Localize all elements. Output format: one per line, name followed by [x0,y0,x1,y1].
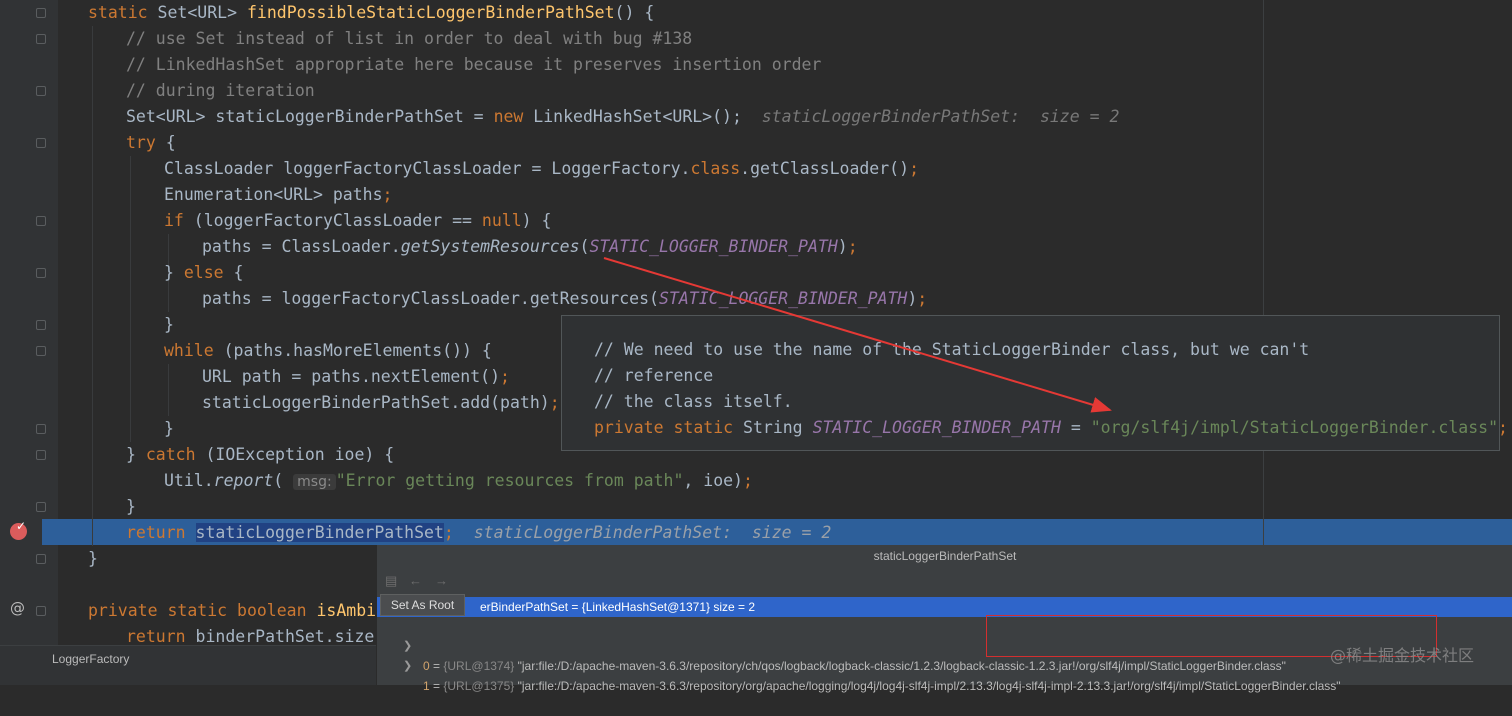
arrow-right-icon[interactable]: → [435,573,448,588]
breadcrumb-file[interactable]: LoggerFactory [52,652,129,666]
set-root-icon[interactable]: ▤ [385,573,397,589]
chevron-right-icon[interactable]: ❯ [403,656,412,676]
set-as-root-tooltip: Set As Root [380,594,465,616]
watermark: @稀土掘金技术社区 [1330,646,1475,665]
tree-root-node[interactable]: erBinderPathSet = {LinkedHashSet@1371} s… [377,597,1512,617]
arrow-left-icon[interactable]: ← [409,573,422,588]
popup-title: staticLoggerBinderPathSet [873,549,1017,563]
breadcrumb-bar[interactable]: LoggerFactory [0,645,376,685]
